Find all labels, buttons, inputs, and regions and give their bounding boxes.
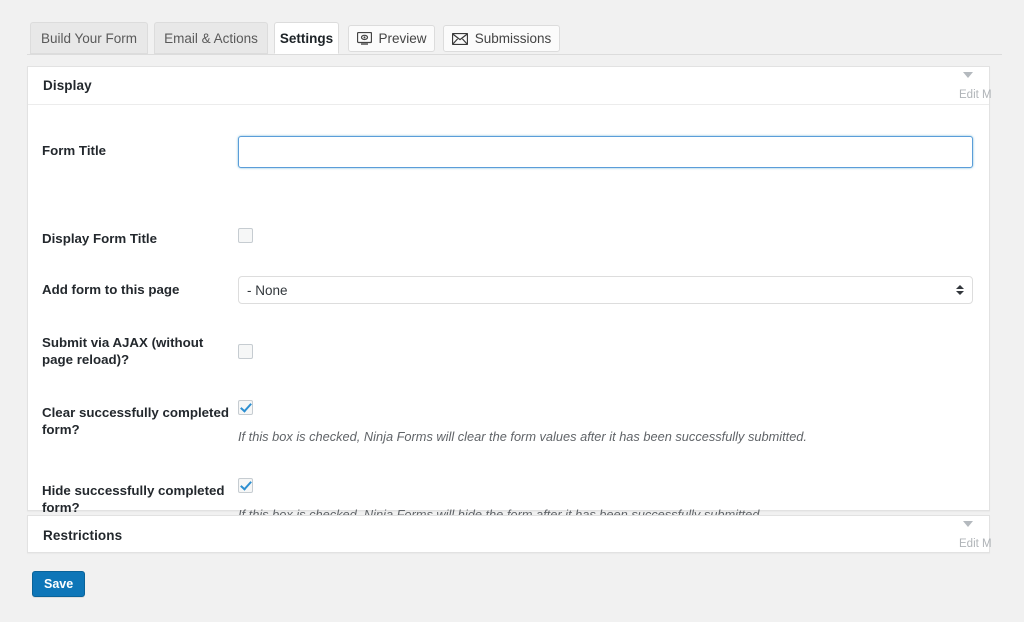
display-form-title-checkbox[interactable] bbox=[238, 228, 253, 243]
monitor-icon bbox=[357, 32, 372, 45]
tab-label: Settings bbox=[280, 31, 333, 46]
hide-completed-label: Hide successfully completed form? bbox=[42, 482, 237, 516]
restrictions-panel-header[interactable]: Restrictions Edit M bbox=[28, 516, 989, 554]
tab-label: Preview bbox=[379, 31, 427, 46]
field-row-clear-completed: Clear successfully completed form? If th… bbox=[28, 404, 989, 460]
display-panel-header[interactable]: Display Edit M bbox=[28, 67, 989, 105]
field-row-display-form-title: Display Form Title bbox=[28, 230, 989, 260]
save-button[interactable]: Save bbox=[32, 571, 85, 597]
add-form-to-page-label: Add form to this page bbox=[42, 281, 237, 298]
tab-label: Email & Actions bbox=[164, 31, 258, 46]
chevron-down-icon[interactable] bbox=[963, 527, 975, 537]
chevron-down-icon[interactable] bbox=[963, 78, 975, 88]
clear-completed-description: If this box is checked, Ninja Forms will… bbox=[238, 429, 807, 444]
clear-completed-label: Clear successfully completed form? bbox=[42, 404, 237, 438]
restrictions-panel-edit-link[interactable]: Edit M bbox=[959, 538, 992, 550]
display-panel-edit-link[interactable]: Edit M bbox=[959, 89, 992, 101]
display-settings-panel: Display Edit M Form Title Display Form T… bbox=[27, 66, 990, 511]
field-row-add-form-to-page: Add form to this page - None bbox=[28, 281, 989, 313]
restrictions-panel-title: Restrictions bbox=[43, 528, 122, 543]
display-panel-title: Display bbox=[43, 78, 92, 93]
add-form-to-page-select[interactable]: - None bbox=[238, 276, 973, 304]
tab-label: Submissions bbox=[475, 31, 552, 46]
tab-settings[interactable]: Settings bbox=[274, 22, 339, 54]
submit-ajax-checkbox[interactable] bbox=[238, 344, 253, 359]
field-row-submit-ajax: Submit via AJAX (without page reload)? bbox=[28, 334, 989, 374]
restrictions-settings-panel: Restrictions Edit M bbox=[27, 515, 990, 553]
form-editor-tab-bar: Build Your Form Email & Actions Settings… bbox=[0, 22, 1024, 55]
tab-preview[interactable]: Preview bbox=[348, 25, 435, 52]
clear-completed-checkbox[interactable] bbox=[238, 400, 253, 415]
tab-submissions[interactable]: Submissions bbox=[443, 25, 560, 52]
tab-bar-divider bbox=[27, 54, 1002, 55]
submit-ajax-label: Submit via AJAX (without page reload)? bbox=[42, 334, 237, 368]
tab-label: Build Your Form bbox=[41, 31, 137, 46]
field-row-form-title: Form Title bbox=[28, 142, 989, 190]
form-title-label: Form Title bbox=[42, 142, 237, 159]
display-form-title-label: Display Form Title bbox=[42, 230, 237, 247]
tab-email-and-actions[interactable]: Email & Actions bbox=[154, 22, 268, 54]
form-title-input[interactable] bbox=[238, 136, 973, 168]
hide-completed-checkbox[interactable] bbox=[238, 478, 253, 493]
envelope-icon bbox=[452, 33, 468, 45]
tab-build-your-form[interactable]: Build Your Form bbox=[30, 22, 148, 54]
